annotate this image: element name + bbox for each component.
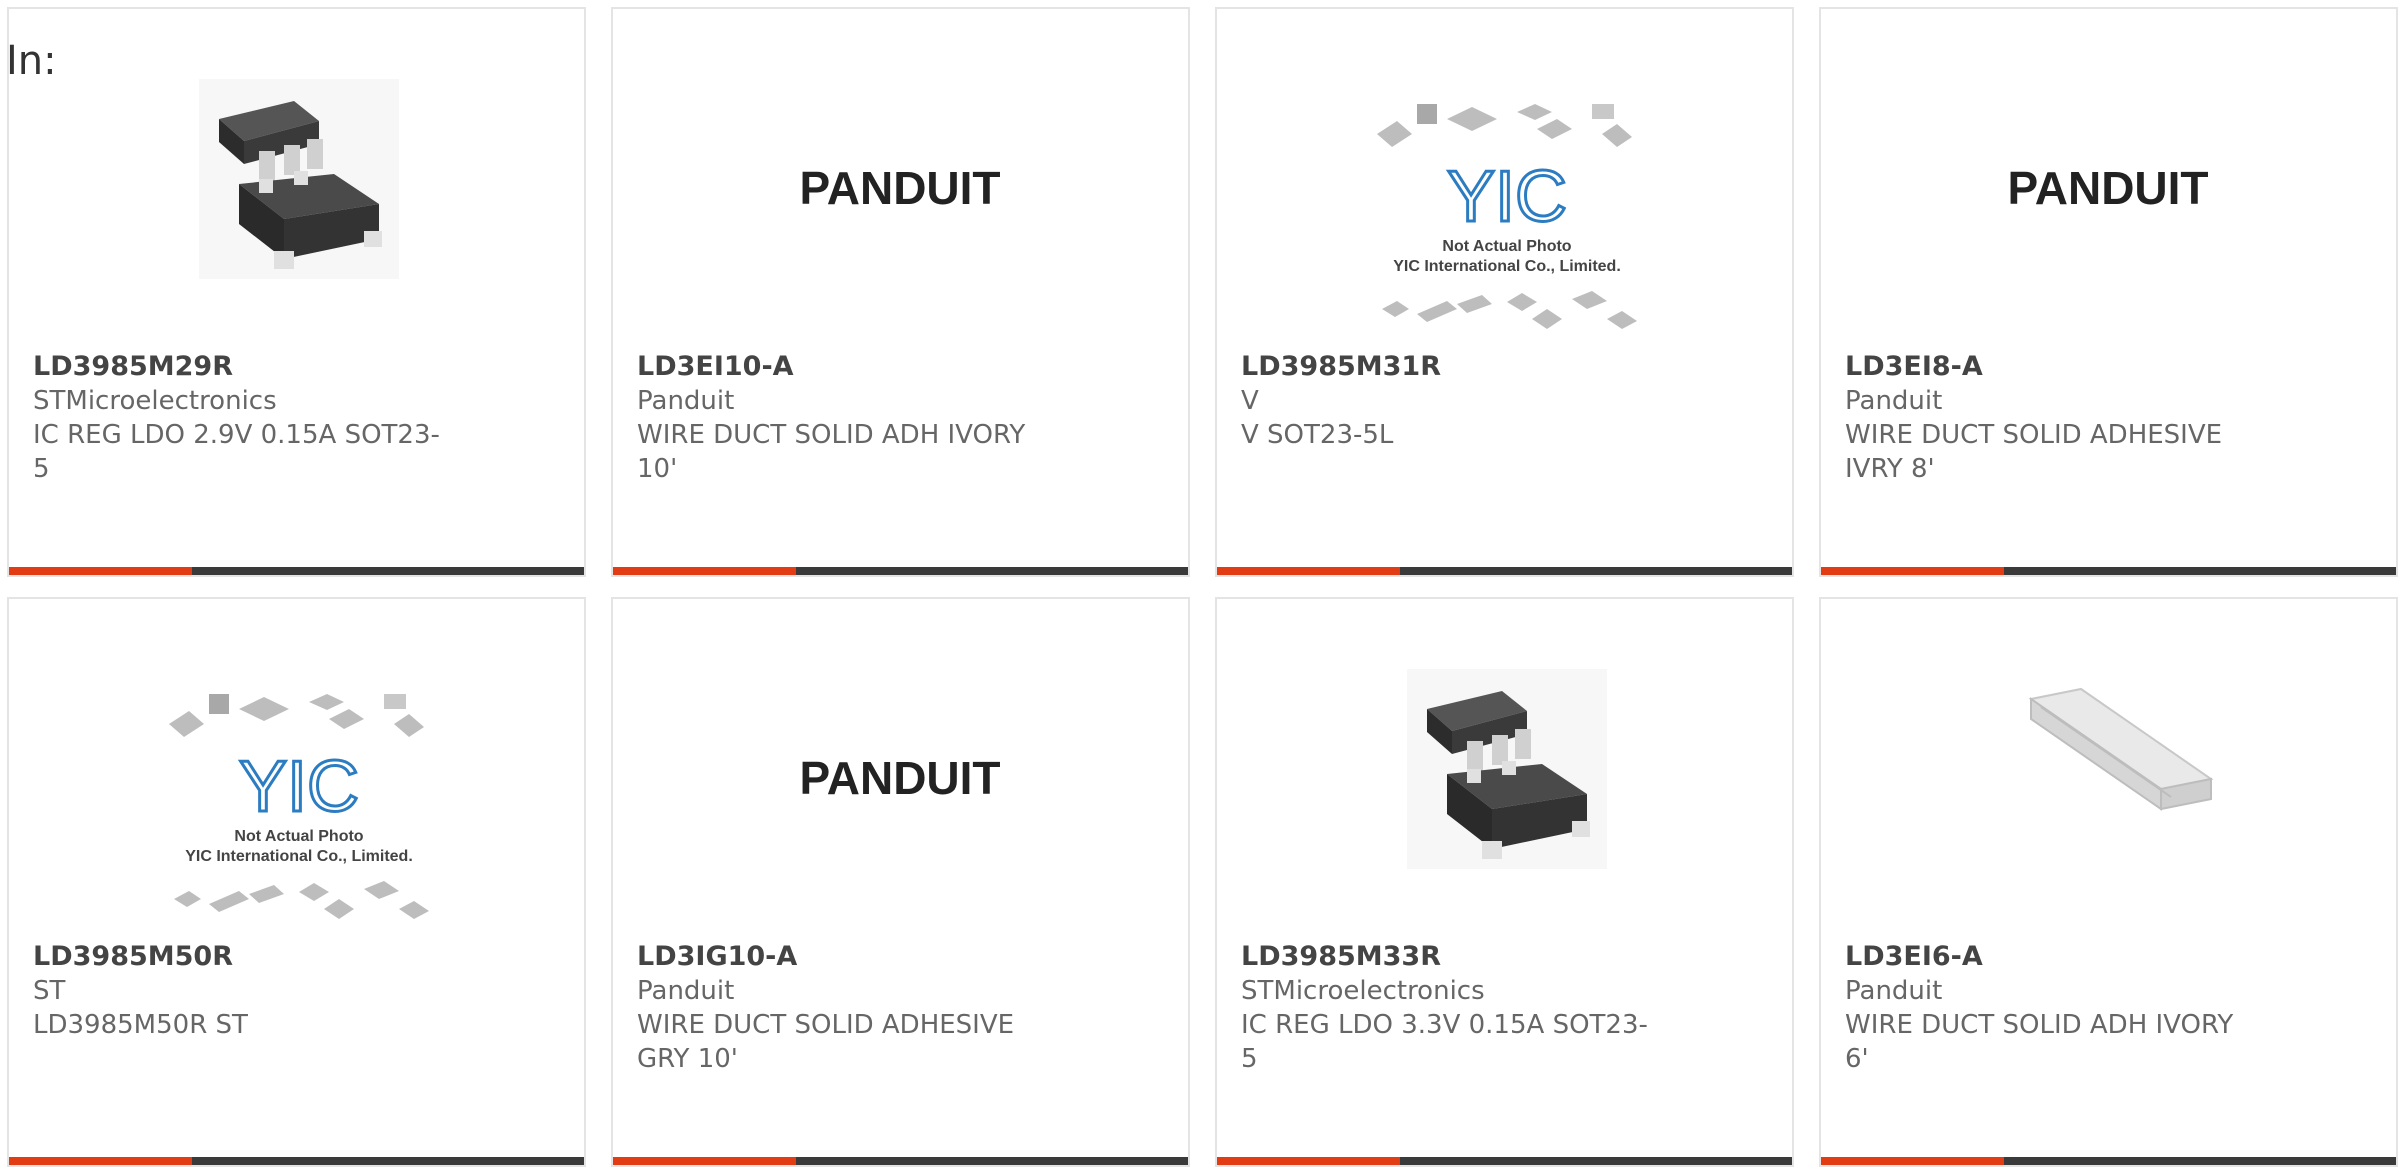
card-bar (1821, 1157, 2396, 1165)
product-card[interactable]: YIC Not Actual Photo YIC International C… (1215, 7, 1794, 577)
description: WIRE DUCT SOLID ADHESIVE GRY 10' (637, 1010, 1015, 1074)
description: IC REG LDO 3.3V 0.15A SOT23-5 (1241, 1010, 1648, 1074)
description: IC REG LDO 2.9V 0.15A SOT23-5 (33, 420, 440, 484)
page-label: In: (6, 38, 57, 84)
panduit-logo-icon: PANDUIT (799, 162, 1000, 214)
card-bar-accent (1821, 567, 2004, 575)
panduit-logo-text: PANDUIT (799, 752, 1000, 804)
yic-line1: Not Actual Photo (234, 828, 363, 845)
product-image: YIC Not Actual Photo YIC International C… (9, 599, 584, 934)
product-info: LD3EI6-A Panduit WIRE DUCT SOLID ADH IVO… (1845, 940, 2265, 1076)
panduit-logo-text: PANDUIT (799, 162, 1000, 214)
manufacturer: ST (33, 976, 66, 1006)
panduit-logo-icon: PANDUIT (799, 752, 1000, 804)
part-number[interactable]: LD3IG10-A (637, 940, 1057, 974)
card-bar (9, 567, 584, 575)
product-card[interactable]: LD3985M33R STMicroelectronics IC REG LDO… (1215, 597, 1794, 1167)
product-card[interactable]: PANDUIT LD3EI10-A Panduit WIRE DUCT SOLI… (611, 7, 1190, 577)
product-info: LD3EI8-A Panduit WIRE DUCT SOLID ADHESIV… (1845, 350, 2265, 486)
card-bar (9, 1157, 584, 1165)
manufacturer: Panduit (637, 976, 735, 1006)
manufacturer: Panduit (637, 386, 735, 416)
product-card[interactable]: PANDUIT LD3IG10-A Panduit WIRE DUCT SOLI… (611, 597, 1190, 1167)
yic-line2: YIC International Co., Limited. (185, 848, 413, 865)
yic-line1: Not Actual Photo (1442, 238, 1571, 255)
product-card[interactable]: YIC Not Actual Photo YIC International C… (7, 597, 586, 1167)
product-info: LD3985M50R ST LD3985M50R ST (33, 940, 453, 1042)
yic-mark: YIC (239, 747, 359, 827)
product-card[interactable]: LD3985M29R STMicroelectronics IC REG LDO… (7, 7, 586, 577)
card-bar (1821, 567, 2396, 575)
card-bar-accent (9, 567, 192, 575)
description: LD3985M50R ST (33, 1010, 248, 1040)
part-number[interactable]: LD3985M29R (33, 350, 453, 384)
part-number[interactable]: LD3EI10-A (637, 350, 1057, 384)
yic-line2: YIC International Co., Limited. (1393, 258, 1621, 275)
card-bar (1217, 567, 1792, 575)
product-info: LD3985M31R V V SOT23-5L (1241, 350, 1661, 452)
part-number[interactable]: LD3985M31R (1241, 350, 1661, 384)
part-number[interactable]: LD3985M33R (1241, 940, 1661, 974)
wire-duct-icon (2028, 687, 2214, 811)
product-image: YIC Not Actual Photo YIC International C… (1217, 9, 1792, 344)
card-bar-accent (613, 1157, 796, 1165)
card-bar-accent (9, 1157, 192, 1165)
manufacturer: V (1241, 386, 1259, 416)
description: V SOT23-5L (1241, 420, 1394, 450)
sot23-chip-icon (199, 79, 399, 279)
product-info: LD3EI10-A Panduit WIRE DUCT SOLID ADH IV… (637, 350, 1057, 486)
card-bar-accent (1821, 1157, 2004, 1165)
yic-placeholder-icon: YIC Not Actual Photo YIC International C… (169, 694, 429, 919)
manufacturer: Panduit (1845, 976, 1943, 1006)
yic-placeholder-icon: YIC Not Actual Photo YIC International C… (1377, 104, 1637, 329)
card-bar-accent (1217, 567, 1400, 575)
panduit-logo-text: PANDUIT (2007, 162, 2208, 214)
product-card[interactable]: LD3EI6-A Panduit WIRE DUCT SOLID ADH IVO… (1819, 597, 2398, 1167)
part-number[interactable]: LD3EI8-A (1845, 350, 2265, 384)
card-bar (613, 1157, 1188, 1165)
product-info: LD3985M33R STMicroelectronics IC REG LDO… (1241, 940, 1661, 1076)
yic-mark: YIC (1447, 157, 1567, 237)
product-image (1821, 599, 2396, 934)
product-image: PANDUIT (613, 599, 1188, 934)
manufacturer: STMicroelectronics (33, 386, 277, 416)
manufacturer: STMicroelectronics (1241, 976, 1485, 1006)
product-card[interactable]: PANDUIT LD3EI8-A Panduit WIRE DUCT SOLID… (1819, 7, 2398, 577)
part-number[interactable]: LD3985M50R (33, 940, 453, 974)
sot23-chip-icon (1407, 669, 1607, 869)
product-image: PANDUIT (1821, 9, 2396, 344)
manufacturer: Panduit (1845, 386, 1943, 416)
product-grid: LD3985M29R STMicroelectronics IC REG LDO… (0, 0, 2400, 1167)
description: WIRE DUCT SOLID ADHESIVE IVRY 8' (1845, 420, 2223, 484)
description: WIRE DUCT SOLID ADH IVORY 10' (637, 420, 1026, 484)
card-bar-accent (1217, 1157, 1400, 1165)
part-number[interactable]: LD3EI6-A (1845, 940, 2265, 974)
product-image (1217, 599, 1792, 934)
product-image: PANDUIT (613, 9, 1188, 344)
card-bar (613, 567, 1188, 575)
product-info: LD3IG10-A Panduit WIRE DUCT SOLID ADHESI… (637, 940, 1057, 1076)
card-bar-accent (613, 567, 796, 575)
product-info: LD3985M29R STMicroelectronics IC REG LDO… (33, 350, 453, 486)
panduit-logo-icon: PANDUIT (2007, 162, 2208, 214)
description: WIRE DUCT SOLID ADH IVORY 6' (1845, 1010, 2234, 1074)
card-bar (1217, 1157, 1792, 1165)
product-image (9, 9, 584, 344)
